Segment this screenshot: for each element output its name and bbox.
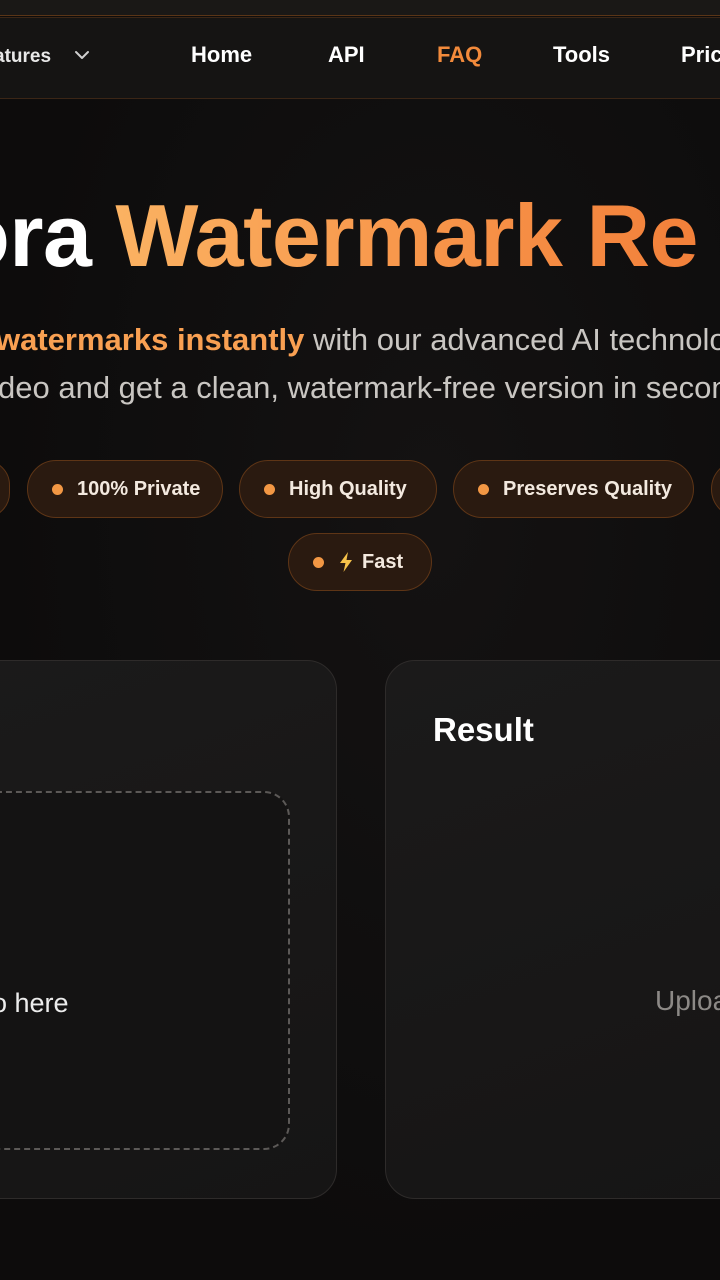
subtitle-highlight: watermarks instantly <box>0 322 305 357</box>
badge-preserves-quality: Preserves Quality <box>453 460 694 518</box>
nav-api-link[interactable]: API <box>328 42 365 68</box>
hero-title-orange: Watermark Re <box>115 186 698 285</box>
badge-label: High Quality <box>289 477 407 500</box>
badge-label: 100% Private <box>77 477 201 500</box>
badge-fast: Fast <box>288 533 432 591</box>
page: atures Home API FAQ Tools Pric ora Water… <box>0 0 720 1280</box>
hero-subtitle-line2: deo and get a clean, watermark-free vers… <box>0 370 720 405</box>
badge-dot-icon <box>52 483 63 495</box>
upload-dropzone[interactable] <box>0 791 290 1150</box>
chevron-down-icon[interactable] <box>74 47 90 63</box>
nav-faq-link[interactable]: FAQ <box>437 42 482 68</box>
nav-features-dropdown[interactable]: atures <box>0 46 51 68</box>
result-placeholder-text: Uploa <box>655 985 720 1016</box>
badge-partial-left <box>0 460 10 518</box>
badge-dot-icon <box>478 483 489 495</box>
hero-subtitle-line1: watermarks instantly with our advanced A… <box>0 322 720 358</box>
badge-private: 100% Private <box>27 460 223 518</box>
badge-dot-icon <box>264 483 275 495</box>
top-strip <box>0 0 720 16</box>
lightning-icon <box>340 552 352 572</box>
badge-partial-right <box>711 460 720 518</box>
nav-home-link[interactable]: Home <box>191 42 252 68</box>
badge-label: Preserves Quality <box>503 477 672 500</box>
badge-dot-icon <box>313 556 324 568</box>
result-title: Result <box>433 711 534 748</box>
hero-title: ora Watermark Re <box>0 190 698 282</box>
badge-high-quality: High Quality <box>239 460 437 518</box>
badge-label: Fast <box>362 550 404 573</box>
subtitle-rest: with our advanced AI technolog <box>304 322 720 357</box>
nav-tools-link[interactable]: Tools <box>553 42 610 68</box>
dropzone-text: o here <box>0 988 69 1018</box>
hero-title-white: ora <box>0 186 92 285</box>
nav-pricing-link[interactable]: Pric <box>681 42 720 68</box>
